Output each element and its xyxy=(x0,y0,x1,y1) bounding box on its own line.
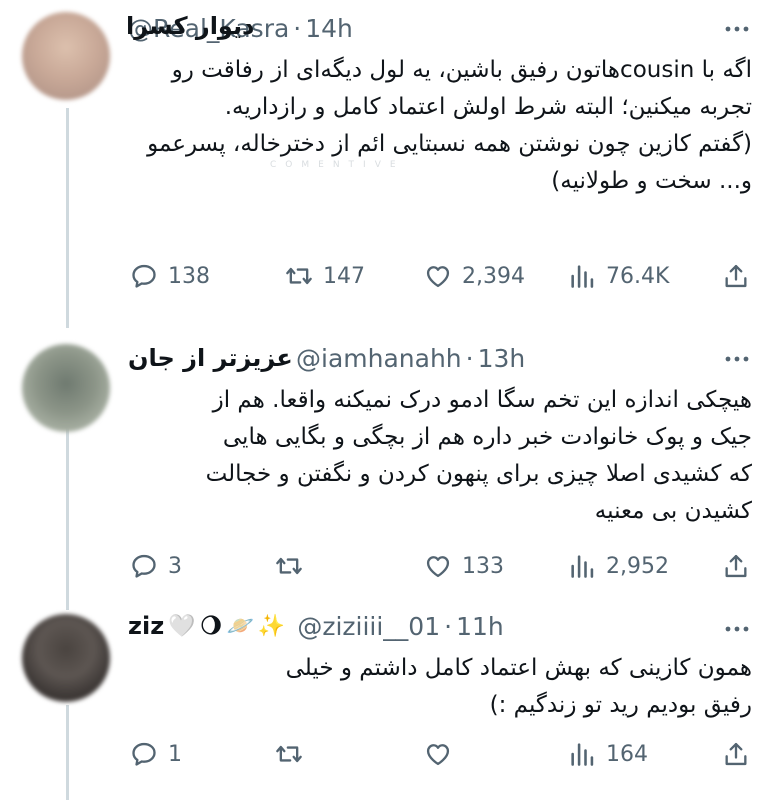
user-handle[interactable]: @iamhanahh xyxy=(296,344,462,373)
tweet[interactable]: @Real_Kasra · 14h دیوار کسرا اگه با cous… xyxy=(0,0,776,330)
reply-count: 1 xyxy=(168,741,182,767)
retweet-icon xyxy=(276,745,302,763)
retweet-button[interactable]: 147 xyxy=(285,262,365,290)
more-horizontal-icon[interactable] xyxy=(722,614,752,644)
views-icon xyxy=(571,555,594,578)
avatar[interactable] xyxy=(22,344,110,432)
heart-icon xyxy=(426,744,450,766)
tweet-header: ziz 🤍 🌖 🪐 ✨ @ziziiii__01 · 11h xyxy=(128,606,696,646)
retweet-button[interactable] xyxy=(275,740,313,768)
display-name[interactable]: ziz xyxy=(128,612,164,640)
display-name[interactable]: عزیزتر از جان xyxy=(128,344,293,372)
reply-button[interactable]: 3 xyxy=(130,552,182,580)
share-icon xyxy=(725,742,747,766)
retweet-icon xyxy=(276,557,302,575)
handle-and-time[interactable]: @iamhanahh · 13h xyxy=(296,344,525,373)
separator: · xyxy=(293,13,302,43)
share-button[interactable] xyxy=(722,552,750,580)
avatar[interactable] xyxy=(22,614,110,702)
views-button[interactable]: 164 xyxy=(568,740,648,768)
view-count: 164 xyxy=(606,741,648,767)
timestamp[interactable]: 11h xyxy=(456,612,504,641)
avatar[interactable] xyxy=(22,12,110,100)
timestamp[interactable]: 13h xyxy=(478,344,526,373)
separator: · xyxy=(465,343,474,373)
sparkles-emoji: ✨ xyxy=(257,613,286,639)
reply-icon xyxy=(132,742,156,766)
display-name[interactable]: دیوار کسرا xyxy=(126,12,254,40)
retweet-icon xyxy=(286,267,312,285)
like-count: 2,394 xyxy=(462,263,525,289)
reply-icon xyxy=(132,264,156,288)
reply-icon xyxy=(132,554,156,578)
handle-and-time[interactable]: @ziziiii__01 · 11h xyxy=(297,612,503,641)
tweet[interactable]: @iamhanahh · 13h عزیزتر از جان هیچکی اند… xyxy=(0,330,776,595)
like-button[interactable]: 2,394 xyxy=(424,262,525,290)
share-icon xyxy=(725,554,747,578)
views-button[interactable]: 76.4K xyxy=(568,262,669,290)
retweet-button[interactable] xyxy=(275,552,313,580)
retweet-count: 147 xyxy=(323,263,365,289)
view-count: 76.4K xyxy=(606,263,670,289)
planet-emoji: 🪐 xyxy=(226,613,254,639)
views-icon xyxy=(571,743,594,766)
more-horizontal-icon[interactable] xyxy=(722,344,752,374)
user-handle[interactable]: @ziziiii__01 xyxy=(297,612,440,641)
view-count: 2,952 xyxy=(606,553,669,579)
reply-button[interactable]: 138 xyxy=(130,262,210,290)
heart-icon xyxy=(426,556,450,578)
watermark: COMENTIVE xyxy=(270,160,405,170)
share-button[interactable] xyxy=(722,740,750,768)
separator: · xyxy=(444,611,453,641)
reply-button[interactable]: 1 xyxy=(130,740,182,768)
share-icon xyxy=(725,264,747,288)
tweet-text: همون کازینی که بهش اعتماد کامل داشتم و خ… xyxy=(285,655,752,718)
views-icon xyxy=(571,265,594,288)
share-button[interactable] xyxy=(722,262,750,290)
reply-count: 3 xyxy=(168,553,182,579)
reply-count: 138 xyxy=(168,263,210,289)
moon-emoji: 🌖 xyxy=(199,613,223,639)
views-button[interactable]: 2,952 xyxy=(568,552,669,580)
like-button[interactable]: 133 xyxy=(424,552,504,580)
timestamp[interactable]: 14h xyxy=(305,14,353,43)
like-button[interactable] xyxy=(424,740,462,768)
tweet-text: هیچکی اندازه این تخم سگا ادمو درک نمیکنه… xyxy=(205,387,752,524)
more-horizontal-icon[interactable] xyxy=(722,14,752,44)
tweet-text: اگه با cousinهاتون رفیق باشین، یه لول دی… xyxy=(147,57,752,194)
like-count: 133 xyxy=(462,553,504,579)
tweet[interactable]: ziz 🤍 🌖 🪐 ✨ @ziziiii__01 · 11h همون کازی… xyxy=(0,600,776,800)
heart-icon xyxy=(426,266,450,288)
white-heart-emoji: 🤍 xyxy=(168,613,196,639)
